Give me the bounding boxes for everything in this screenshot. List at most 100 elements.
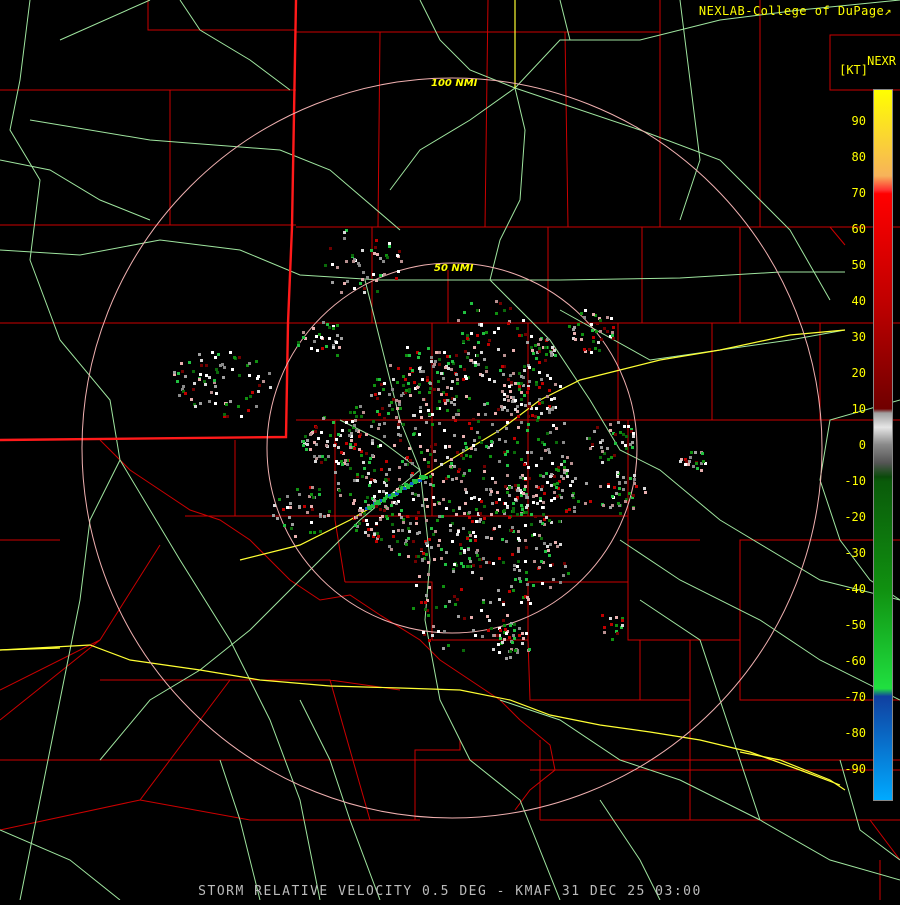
velocity-echo-pixel bbox=[193, 382, 196, 385]
velocity-echo-pixel bbox=[216, 371, 219, 374]
velocity-echo-pixel bbox=[692, 465, 695, 468]
velocity-echo-pixel bbox=[452, 509, 455, 512]
velocity-echo-pixel bbox=[437, 380, 440, 383]
velocity-echo-pixel bbox=[412, 540, 415, 543]
velocity-echo-pixel bbox=[606, 316, 609, 319]
velocity-echo-pixel bbox=[538, 398, 541, 401]
velocity-echo-pixel bbox=[391, 408, 394, 411]
velocity-echo-pixel bbox=[512, 502, 515, 505]
velocity-echo-pixel bbox=[468, 557, 471, 560]
velocity-echo-pixel bbox=[412, 433, 415, 436]
velocity-echo-pixel bbox=[551, 408, 554, 411]
velocity-echo-pixel bbox=[363, 287, 366, 290]
velocity-echo-pixel bbox=[497, 408, 500, 411]
velocity-echo-pixel bbox=[262, 380, 265, 383]
velocity-echo-pixel bbox=[490, 537, 493, 540]
velocity-echo-pixel bbox=[427, 614, 430, 617]
velocity-echo-pixel bbox=[607, 485, 610, 488]
velocity-echo-pixel bbox=[323, 515, 326, 518]
velocity-echo-pixel bbox=[310, 505, 313, 508]
velocity-echo-pixel bbox=[616, 632, 619, 635]
velocity-echo-pixel bbox=[377, 427, 380, 430]
velocity-echo-pixel bbox=[532, 352, 535, 355]
velocity-echo-pixel bbox=[468, 422, 471, 425]
velocity-echo-pixel bbox=[417, 494, 420, 497]
velocity-echo-pixel bbox=[268, 372, 271, 375]
velocity-echo-pixel bbox=[594, 347, 597, 350]
velocity-echo-pixel bbox=[463, 472, 466, 475]
velocity-echo-pixel bbox=[407, 537, 410, 540]
velocity-echo-pixel bbox=[472, 531, 475, 534]
velocity-echo-pixel bbox=[408, 354, 411, 357]
velocity-echo-pixel bbox=[233, 356, 236, 359]
velocity-echo-pixel bbox=[526, 504, 529, 507]
velocity-echo-pixel bbox=[420, 416, 423, 419]
velocity-echo-pixel bbox=[517, 382, 520, 385]
velocity-echo-pixel bbox=[440, 393, 443, 396]
velocity-echo-pixel bbox=[318, 493, 321, 496]
velocity-echo-pixel bbox=[337, 433, 340, 436]
velocity-echo-pixel bbox=[548, 519, 551, 522]
velocity-echo-pixel bbox=[324, 458, 327, 461]
velocity-echo-pixel bbox=[591, 329, 594, 332]
velocity-echo-pixel bbox=[466, 565, 469, 568]
velocity-echo-pixel bbox=[524, 404, 527, 407]
velocity-echo-pixel bbox=[541, 582, 544, 585]
velocity-echo-pixel bbox=[501, 538, 504, 541]
velocity-echo-pixel bbox=[316, 349, 319, 352]
velocity-echo-pixel bbox=[502, 603, 505, 606]
county-line-0 bbox=[147, 0, 900, 228]
velocity-echo-pixel bbox=[621, 624, 624, 627]
velocity-echo-pixel bbox=[470, 359, 473, 362]
highway-21 bbox=[0, 159, 151, 221]
velocity-echo-pixel bbox=[462, 527, 465, 530]
velocity-echo-pixel bbox=[453, 434, 456, 437]
velocity-echo-pixel bbox=[361, 278, 364, 281]
velocity-echo-pixel bbox=[340, 460, 343, 463]
velocity-echo-pixel bbox=[480, 609, 483, 612]
velocity-echo-pixel bbox=[537, 438, 540, 441]
velocity-echo-pixel bbox=[352, 260, 355, 263]
velocity-echo-pixel bbox=[434, 443, 437, 446]
velocity-echo-pixel bbox=[609, 429, 612, 432]
velocity-echo-pixel bbox=[388, 404, 391, 407]
velocity-echo-pixel bbox=[302, 444, 305, 447]
velocity-echo-pixel bbox=[482, 601, 485, 604]
velocity-echo-pixel bbox=[382, 490, 385, 493]
velocity-echo-pixel bbox=[514, 408, 517, 411]
velocity-echo-pixel bbox=[310, 521, 313, 524]
velocity-echo-pixel bbox=[484, 413, 487, 416]
velocity-echo-pixel bbox=[495, 300, 498, 303]
velocity-echo-pixel bbox=[592, 340, 595, 343]
velocity-echo-pixel bbox=[527, 387, 530, 390]
velocity-echo-pixel bbox=[679, 460, 682, 463]
highway-17 bbox=[219, 759, 261, 901]
velocity-echo-pixel bbox=[432, 533, 435, 536]
velocity-echo-pixel bbox=[596, 426, 599, 429]
velocity-echo-pixel bbox=[386, 507, 389, 510]
velocity-echo-pixel bbox=[527, 466, 530, 469]
velocity-echo-pixel bbox=[457, 409, 460, 412]
velocity-echo-pixel bbox=[690, 451, 693, 454]
velocity-echo-pixel bbox=[621, 441, 624, 444]
velocity-echo-pixel bbox=[427, 347, 430, 350]
velocity-echo-pixel bbox=[541, 485, 544, 488]
velocity-echo-pixel bbox=[443, 399, 446, 402]
velocity-echo-pixel bbox=[374, 246, 377, 249]
velocity-echo-pixel bbox=[456, 533, 459, 536]
velocity-echo-pixel bbox=[556, 545, 559, 548]
velocity-echo-pixel bbox=[511, 400, 514, 403]
velocity-echo-pixel bbox=[408, 373, 411, 376]
velocity-echo-pixel bbox=[470, 616, 473, 619]
velocity-echo-pixel bbox=[560, 496, 563, 499]
velocity-echo-pixel bbox=[198, 353, 201, 356]
velocity-echo-pixel bbox=[361, 509, 364, 512]
velocity-echo-pixel bbox=[325, 345, 328, 348]
velocity-echo-pixel bbox=[567, 572, 570, 575]
velocity-echo-pixel bbox=[430, 445, 433, 448]
velocity-echo-pixel bbox=[272, 514, 275, 517]
velocity-echo-pixel bbox=[426, 505, 429, 508]
velocity-echo-pixel bbox=[440, 557, 443, 560]
velocity-echo-pixel bbox=[526, 391, 529, 394]
velocity-echo-pixel bbox=[368, 484, 371, 487]
